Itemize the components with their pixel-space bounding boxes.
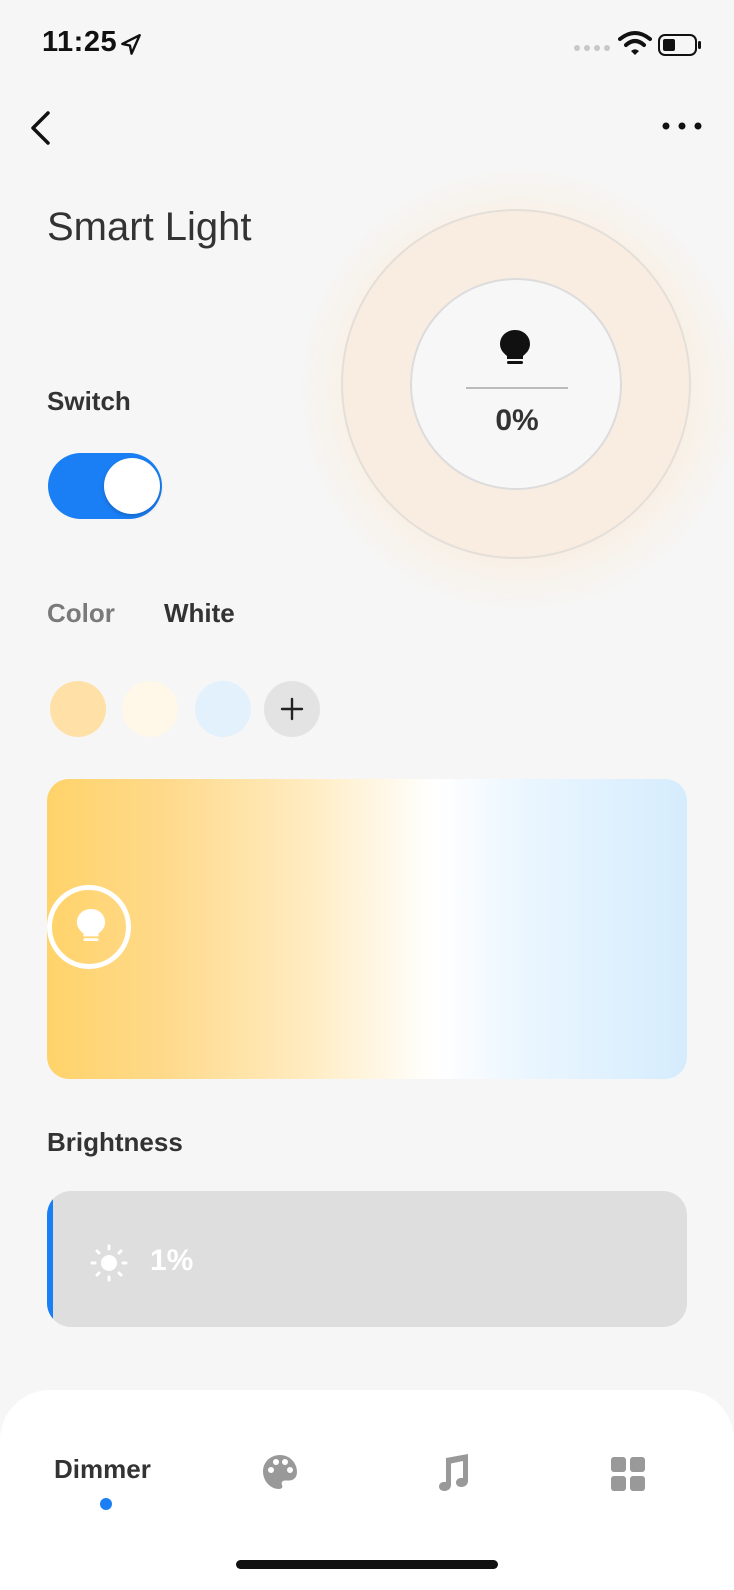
dial-divider [466,387,568,389]
tab-color[interactable]: Color [47,598,115,629]
swatch-cool[interactable] [195,681,251,737]
back-button[interactable] [26,108,56,148]
location-arrow-icon [121,34,141,55]
lightbulb-icon [76,909,106,942]
signal-icon [574,45,610,51]
music-note-icon[interactable] [434,1452,474,1492]
plus-icon [280,697,304,721]
color-temperature-panel[interactable] [47,779,687,1079]
switch-label: Switch [47,386,131,416]
grid-icon[interactable] [610,1456,646,1492]
palette-icon[interactable] [260,1452,300,1492]
brightness-label: Brightness [47,1127,183,1157]
sun-icon [90,1244,128,1282]
brightness-fill [47,1191,53,1327]
home-indicator [236,1560,498,1569]
tab-white[interactable]: White [164,598,235,629]
dial-value: 0% [495,404,539,437]
page-title: Smart Light [47,205,252,249]
dial-center[interactable] [410,278,622,490]
more-options-button[interactable] [660,118,704,134]
battery-icon [658,34,701,56]
active-tab-indicator [100,1498,112,1510]
toggle-knob[interactable] [104,458,160,514]
lightbulb-icon [500,330,530,364]
swatch-neutral[interactable] [122,681,178,737]
swatch-warm[interactable] [50,681,106,737]
status-time: 11:25 [42,26,118,58]
brightness-value: 1% [150,1244,194,1277]
tab-dimmer[interactable]: Dimmer [54,1454,151,1485]
wifi-icon [618,31,652,55]
brightness-slider[interactable] [47,1191,687,1327]
add-swatch-button[interactable] [264,681,320,737]
temperature-handle[interactable] [47,885,131,969]
